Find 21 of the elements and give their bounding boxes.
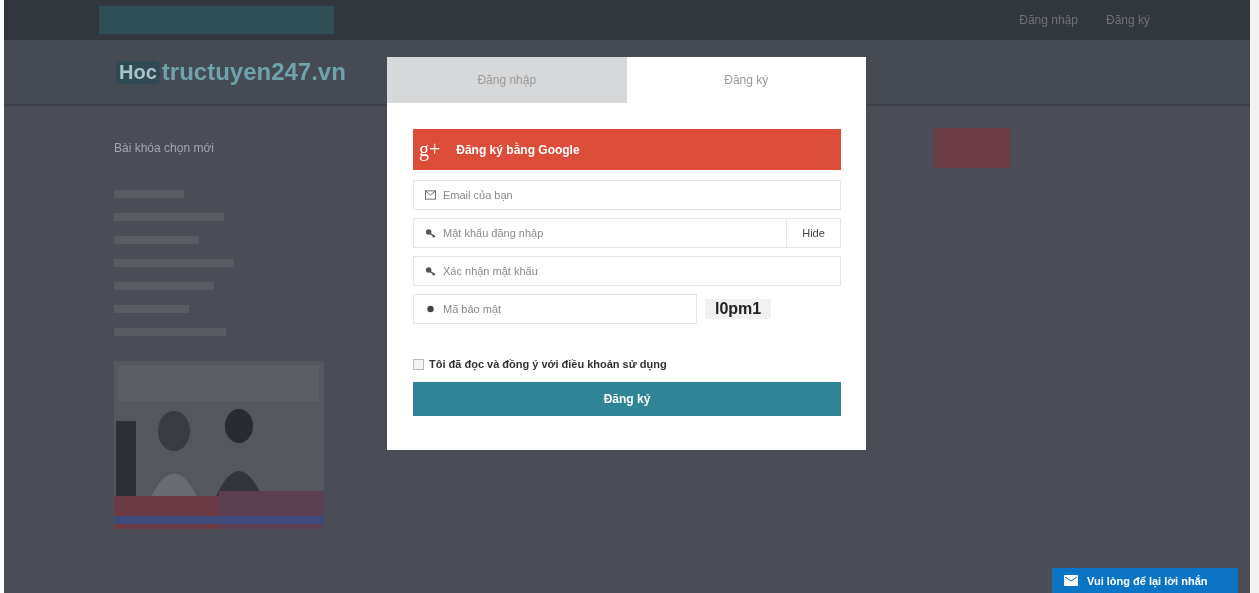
top-link[interactable]: Đăng ký <box>1105 13 1150 27</box>
google-signup-button[interactable]: g+ Đăng ký bằng Google <box>413 129 841 170</box>
dot-icon <box>425 304 436 314</box>
input-field[interactable]: Mã bảo mật <box>413 294 697 324</box>
dimmed-button[interactable] <box>934 128 1010 168</box>
input-field[interactable]: Email của bạn <box>413 180 841 210</box>
google-plus-icon: g+ <box>419 138 441 161</box>
terms-label: Tôi đã đọc và đồng ý với điều khoản sử dụng <box>429 358 667 370</box>
message-icon <box>1064 575 1078 586</box>
chat-button[interactable]: Vui lòng để lại lời nhắn <box>1052 568 1238 593</box>
sidebar-heading: Bài khóa chọn mới <box>114 141 215 155</box>
top-link[interactable]: Đăng nhập <box>1019 13 1078 27</box>
input-field[interactable]: Xác nhận mật khẩu <box>413 256 841 286</box>
key-icon <box>425 228 436 238</box>
site-logo[interactable]: Hoc tructuyen247.vn <box>116 58 346 86</box>
key-icon <box>425 266 436 276</box>
terms-checkbox[interactable] <box>413 358 424 370</box>
dialog-tab[interactable]: Đăng nhập <box>387 57 627 103</box>
envelope-icon <box>425 190 436 200</box>
signup-button[interactable]: Đăng ký <box>413 382 841 416</box>
captcha-code: l0pm1 <box>705 299 772 319</box>
